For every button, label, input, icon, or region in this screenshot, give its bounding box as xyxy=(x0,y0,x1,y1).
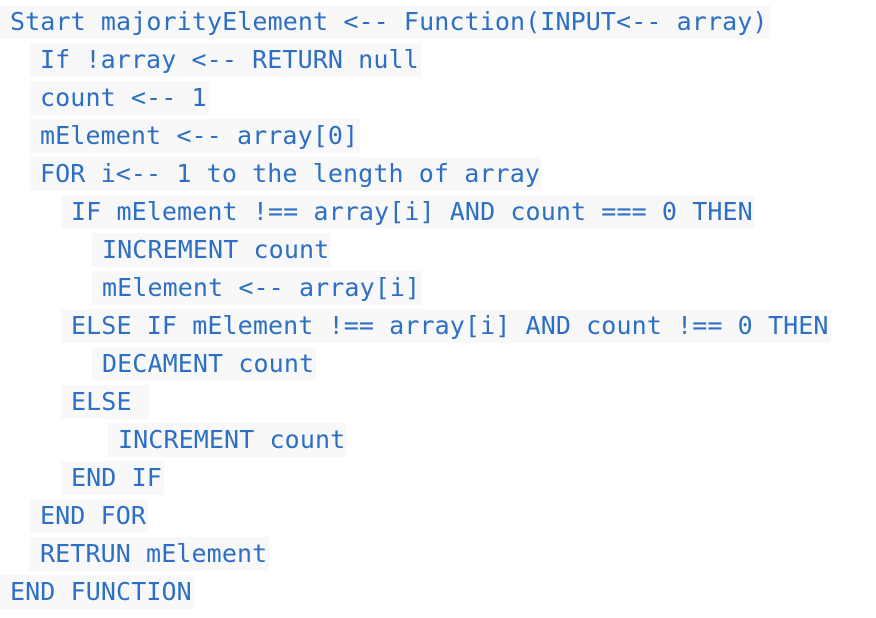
code-line-7: INCREMENT count xyxy=(0,231,876,269)
code-line-text: END FUNCTION xyxy=(0,575,194,609)
code-line-text: mElement <-- array[0] xyxy=(30,119,361,153)
code-line-1: Start majorityElement <-- Function(INPUT… xyxy=(0,3,876,41)
code-line-14: END FOR xyxy=(0,497,876,535)
code-line-2: If !array <-- RETURN null xyxy=(0,41,876,79)
code-line-16: END FUNCTION xyxy=(0,573,876,611)
code-line-10: DECAMENT count xyxy=(0,345,876,383)
code-line-4: mElement <-- array[0] xyxy=(0,117,876,155)
code-line-5: FOR i<-- 1 to the length of array xyxy=(0,155,876,193)
code-line-text: mElement <-- array[i] xyxy=(92,271,423,305)
code-line-8: mElement <-- array[i] xyxy=(0,269,876,307)
code-line-9: ELSE IF mElement !== array[i] AND count … xyxy=(0,307,876,345)
code-line-text: FOR i<-- 1 to the length of array xyxy=(30,157,542,191)
code-line-text: Start majorityElement <-- Function(INPUT… xyxy=(0,5,770,39)
code-line-text: RETRUN mElement xyxy=(30,537,270,571)
code-line-text: INCREMENT count xyxy=(108,423,348,457)
code-line-text: ELSE IF mElement !== array[i] AND count … xyxy=(61,309,831,343)
code-line-15: RETRUN mElement xyxy=(0,535,876,573)
pseudocode-block: Start majorityElement <-- Function(INPUT… xyxy=(0,3,876,611)
code-line-text: END FOR xyxy=(30,499,149,533)
code-line-text: DECAMENT count xyxy=(92,347,317,381)
code-line-text: If !array <-- RETURN null xyxy=(30,43,421,77)
code-line-text: INCREMENT count xyxy=(92,233,332,267)
code-line-12: INCREMENT count xyxy=(0,421,876,459)
code-line-text: count <-- 1 xyxy=(30,81,209,115)
code-line-text: ELSE xyxy=(61,385,149,419)
code-line-text: END IF xyxy=(61,461,164,495)
code-line-13: END IF xyxy=(0,459,876,497)
code-line-11: ELSE xyxy=(0,383,876,421)
code-line-text: IF mElement !== array[i] AND count === 0… xyxy=(61,195,755,229)
code-line-6: IF mElement !== array[i] AND count === 0… xyxy=(0,193,876,231)
code-line-3: count <-- 1 xyxy=(0,79,876,117)
